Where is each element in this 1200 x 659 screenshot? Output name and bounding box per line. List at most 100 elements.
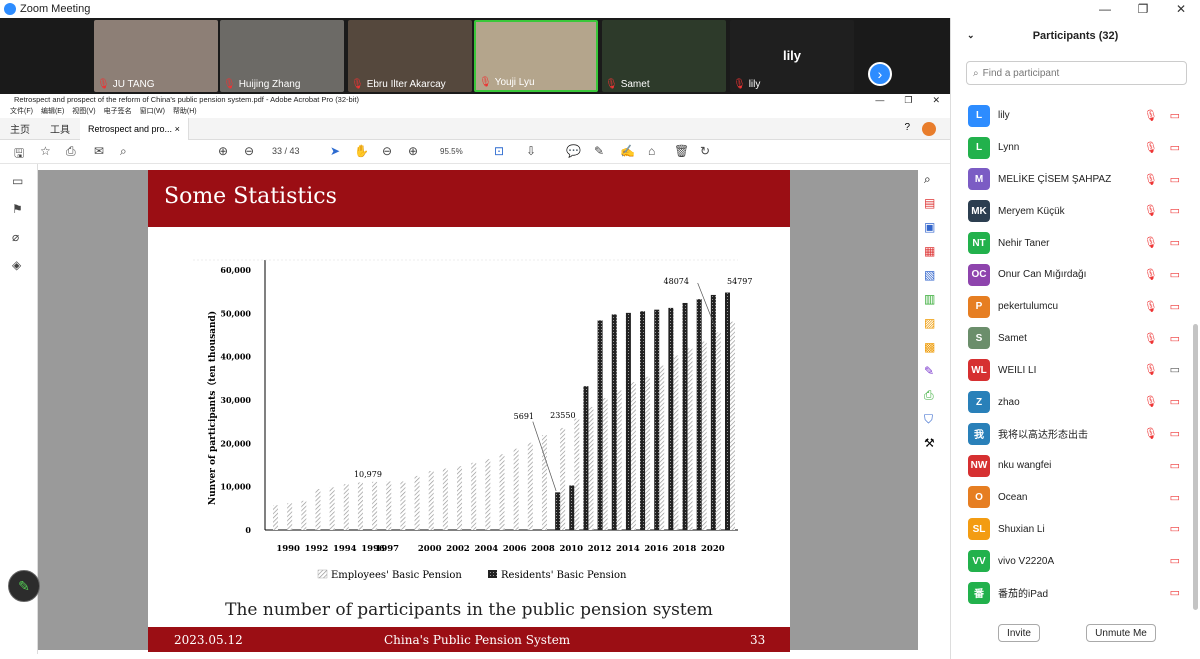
video-off-icon[interactable]: ▭ [1170,204,1180,217]
layers-icon[interactable]: ◈ [12,258,37,276]
video-tile[interactable]: lily 🎙 lily [730,20,854,92]
zoom-out-icon[interactable]: ⊖ [382,144,392,158]
invite-button[interactable]: Invite [998,624,1040,642]
muted-mic-icon[interactable]: 🎙 [1144,141,1158,154]
video-off-icon[interactable]: ▭ [1170,427,1180,440]
participant-row[interactable]: MK Meryem Küçük 🎙 ▭ [951,195,1196,227]
help-icon[interactable]: ? [904,122,910,136]
muted-mic-icon[interactable]: 🎙 [1144,332,1158,345]
unmute-me-button[interactable]: Unmute Me [1086,624,1156,642]
acrobat-minimize[interactable]: — [875,94,884,106]
menu-item[interactable]: 电子签名 [104,106,132,118]
video-off-icon[interactable]: ▭ [1170,491,1180,504]
muted-mic-icon[interactable]: 🎙 [1144,427,1158,440]
participant-row[interactable]: NT Nehir Taner 🎙 ▭ [951,227,1196,259]
tab-home[interactable]: 主页 [0,121,40,136]
menu-item[interactable]: 窗口(W) [140,106,165,118]
participant-row[interactable]: 番番茄的iPad ▭ [951,577,1196,609]
tab-tools[interactable]: 工具 [40,121,80,136]
page-number[interactable]: 33 / 43 [272,146,300,156]
save-icon[interactable]: 🖫 [14,144,24,165]
print-icon[interactable]: ⎙ [66,144,76,159]
page-down-icon[interactable]: ⊖ [244,144,254,158]
next-videos-button[interactable]: › [868,62,892,86]
muted-mic-icon[interactable]: 🎙 [1144,268,1158,281]
video-tile[interactable]: 🎙 Youji Lyu [474,20,598,92]
menu-item[interactable]: 帮助(H) [173,106,197,118]
attachment-icon[interactable]: ⌀ [12,230,37,248]
pages-icon[interactable]: ▭ [12,174,37,192]
minimize-button[interactable]: — [1086,0,1124,18]
video-off-icon[interactable]: ▭ [1170,141,1180,154]
document-view[interactable]: Some Statistics 0 10,000 20,000 30,000 40,00… [38,170,918,652]
muted-mic-icon[interactable]: 🎙 [1144,236,1158,249]
menu-item[interactable]: 视图(V) [72,106,95,118]
participant-row[interactable]: Llily 🎙 ▭ [951,100,1196,132]
participant-scrollbar[interactable] [1193,324,1198,610]
video-tile[interactable]: 🎙 Samet [602,20,726,92]
participant-row[interactable]: WL WEILI LI 🎙 ▭ [951,354,1196,386]
menu-item[interactable]: 编辑(E) [41,106,64,118]
participant-row[interactable]: Zzhao 🎙 ▭ [951,386,1196,418]
video-off-icon[interactable]: ▭ [1170,332,1180,345]
muted-mic-icon[interactable]: 🎙 [1144,109,1158,122]
video-off-icon[interactable]: ▭ [1170,173,1180,186]
annotate-pen-button[interactable]: ✎ [8,570,40,602]
video-off-icon[interactable]: ▭ [1170,236,1180,249]
comment-tool-icon[interactable]: ▩ [924,340,944,356]
highlight-icon[interactable]: ✎ [594,144,604,158]
participant-row[interactable]: SL Shuxian Li ▭ [951,513,1196,545]
muted-mic-icon[interactable]: 🎙 [1144,173,1158,186]
video-off-icon[interactable]: ▭ [1170,395,1180,408]
combine-icon[interactable]: ▥ [924,292,944,308]
page-current[interactable]: 33 [272,146,282,156]
muted-mic-icon[interactable]: 🎙 [1144,363,1158,376]
video-tile[interactable]: 🎙 Ebru Ilter Akarcay [348,20,472,92]
page-up-icon[interactable]: ⊕ [218,144,228,158]
delete-icon[interactable]: 🗑 [674,144,689,158]
participant-row[interactable]: OC Onur Can Mığırdağı 🎙 ▭ [951,259,1196,291]
acrobat-close[interactable]: ✕ [932,94,940,106]
muted-mic-icon[interactable]: 🎙 [1144,204,1158,217]
video-off-icon[interactable]: ▭ [1170,268,1180,281]
export-pdf-icon[interactable]: ▤ [924,196,944,212]
participant-row[interactable]: 我我将以高达形态出击 🎙 ▭ [951,418,1196,450]
muted-mic-icon[interactable]: 🎙 [1144,395,1158,408]
close-button[interactable]: ✕ [1162,0,1200,18]
zoom-in-icon[interactable]: ⊕ [408,144,418,158]
create-pdf-icon[interactable]: ▣ [924,220,944,236]
participant-row[interactable]: NW nku wangfei ▭ [951,450,1196,482]
video-off-icon[interactable]: ▭ [1170,300,1180,313]
video-on-icon[interactable]: ▭ [1170,363,1180,376]
chevron-down-icon[interactable]: ⌄ [967,30,975,41]
menu-item[interactable]: 文件(F) [10,106,33,118]
video-tile[interactable]: 🎙 Huijing Zhang [220,20,344,92]
video-off-icon[interactable]: ▭ [1170,109,1180,122]
hand-tool-icon[interactable]: ✋ [354,144,369,158]
video-off-icon[interactable]: ▭ [1170,522,1180,535]
bookmark-icon[interactable]: ⚑ [12,202,37,220]
tab-document[interactable]: Retrospect and pro... × [80,117,189,140]
acrobat-restore[interactable]: ❐ [904,94,912,106]
select-tool-icon[interactable]: ➤ [330,144,340,158]
star-icon[interactable]: ☆ [40,144,51,158]
account-icon[interactable] [922,122,936,136]
sign-icon[interactable]: ✍ [620,144,635,158]
video-off-icon[interactable]: ▭ [1170,459,1180,472]
mail-icon[interactable]: ✉ [94,144,104,158]
participant-row[interactable]: M MELİKE ÇİSEM ŞAHPAZ 🎙 ▭ [951,164,1196,196]
participant-search-input[interactable]: ⌕ Find a participant [966,61,1187,85]
stamp-icon[interactable]: ⌂ [648,144,655,158]
sign-tool-icon[interactable]: ✎ [924,364,944,380]
zoom-level[interactable]: 95.5% [440,147,463,156]
zoom-search-icon[interactable]: ⌕ [120,144,127,159]
participant-row[interactable]: L Lynn 🎙 ▭ [951,132,1196,164]
video-off-icon[interactable]: ▭ [1170,554,1180,567]
participant-row[interactable]: Ppekertulumcu 🎙 ▭ [951,291,1196,323]
video-tile[interactable]: 🎙 JU TANG [94,20,218,92]
muted-mic-icon[interactable]: 🎙 [1144,300,1158,313]
fit-page-icon[interactable]: ⊡ [494,144,504,158]
scroll-mode-icon[interactable]: ⇩ [526,144,536,158]
print-production-icon[interactable]: ⎙ [924,388,944,404]
protect-icon[interactable]: ⛉ [924,412,944,428]
